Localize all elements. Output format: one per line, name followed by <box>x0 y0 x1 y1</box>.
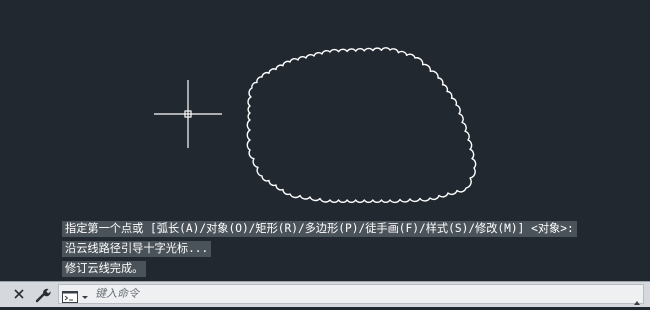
command-history-line: 沿云线路径引导十字光标... <box>62 241 212 257</box>
chevron-down-icon[interactable] <box>80 288 90 300</box>
scroll-up-icon[interactable] <box>634 291 640 305</box>
revision-cloud[interactable] <box>246 47 477 204</box>
close-icon[interactable] <box>12 287 26 301</box>
command-input[interactable]: 键入命令 <box>58 284 644 305</box>
command-history: 指定第一个点或 [弧长(A)/对象(O)/矩形(R)/多边形(P)/徒手画(F)… <box>62 221 577 281</box>
wrench-icon[interactable] <box>34 286 52 304</box>
command-prompt-icon[interactable] <box>62 288 78 303</box>
command-history-line: 指定第一个点或 [弧长(A)/对象(O)/矩形(R)/多边形(P)/徒手画(F)… <box>62 221 577 237</box>
command-input-placeholder: 键入命令 <box>95 287 139 300</box>
crosshair-cursor-icon <box>154 80 222 148</box>
command-history-line: 修订云线完成。 <box>62 261 147 277</box>
command-line-bar: 键入命令 <box>0 281 650 307</box>
